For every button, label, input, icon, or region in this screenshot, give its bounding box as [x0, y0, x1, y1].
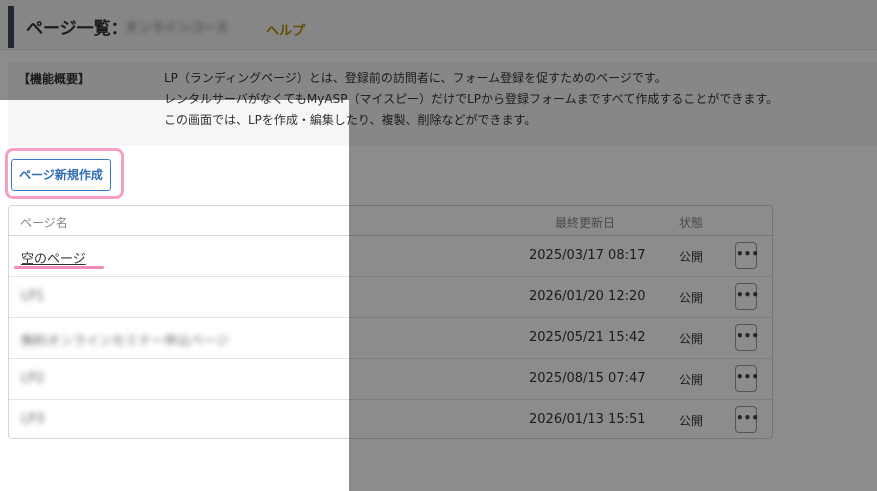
new-page-button[interactable]: ページ新規作成	[11, 159, 111, 191]
annotation-underline	[14, 266, 104, 269]
page-name-link[interactable]: 無料オンラインセミナー申込ページ	[21, 330, 229, 349]
column-header-name[interactable]: ページ名	[20, 214, 68, 231]
dim-overlay-right	[349, 100, 877, 491]
page-name-link[interactable]: 空のページ	[21, 248, 86, 267]
page-name-link[interactable]: LP3	[21, 412, 44, 427]
page-name-link[interactable]: LP2	[21, 371, 44, 386]
dim-overlay-top	[0, 0, 877, 100]
page-name-link[interactable]: LP1	[21, 289, 44, 304]
